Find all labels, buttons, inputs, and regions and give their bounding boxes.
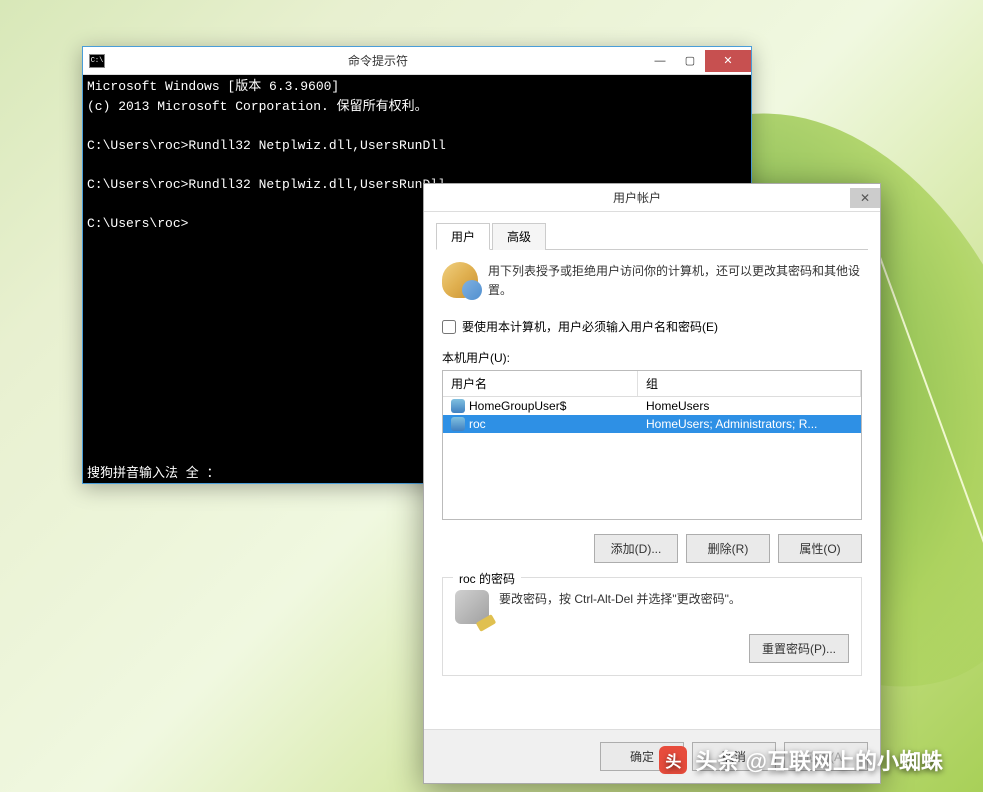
cmd-line: Microsoft Windows [版本 6.3.9600] bbox=[87, 79, 339, 94]
tab-bar: 用户 高级 bbox=[436, 222, 868, 250]
add-button[interactable]: 添加(D)... bbox=[594, 534, 678, 563]
users-icon bbox=[442, 262, 478, 298]
minimize-button[interactable]: — bbox=[645, 50, 675, 72]
col-group[interactable]: 组 bbox=[638, 371, 861, 396]
key-icon bbox=[455, 590, 489, 624]
user-row[interactable]: HomeGroupUser$ HomeUsers bbox=[443, 397, 861, 415]
cmd-line: C:\Users\roc> bbox=[87, 216, 188, 231]
password-legend: roc 的密码 bbox=[453, 570, 521, 587]
cmd-titlebar[interactable]: C:\ 命令提示符 — ▢ ✕ bbox=[83, 47, 751, 75]
tab-users[interactable]: 用户 bbox=[436, 223, 490, 250]
password-info: 要改密码，按 Ctrl-Alt-Del 并选择"更改密码"。 bbox=[499, 590, 849, 624]
cmd-line: (c) 2013 Microsoft Corporation. 保留所有权利。 bbox=[87, 99, 428, 114]
require-password-checkbox[interactable] bbox=[442, 320, 456, 334]
close-button[interactable]: ✕ bbox=[705, 50, 751, 72]
ua-titlebar[interactable]: 用户帐户 ✕ bbox=[424, 184, 880, 212]
tab-advanced[interactable]: 高级 bbox=[492, 223, 546, 250]
cmd-icon: C:\ bbox=[89, 54, 105, 68]
require-password-label: 要使用本计算机，用户必须输入用户名和密码(E) bbox=[462, 318, 718, 335]
user-icon bbox=[451, 399, 465, 413]
watermark-icon: 头 bbox=[659, 746, 687, 774]
cmd-title: 命令提示符 bbox=[111, 52, 645, 69]
user-list[interactable]: 用户名 组 HomeGroupUser$ HomeUsers roc HomeU… bbox=[442, 370, 862, 520]
user-icon bbox=[451, 417, 465, 431]
watermark-text: 头条 @互联网上的小蜘蛛 bbox=[695, 744, 943, 776]
ua-title: 用户帐户 bbox=[424, 189, 850, 206]
cmd-line: C:\Users\roc>Rundll32 Netplwiz.dll,Users… bbox=[87, 177, 446, 192]
info-text: 用下列表授予或拒绝用户访问你的计算机，还可以更改其密码和其他设置。 bbox=[488, 262, 862, 300]
remove-button[interactable]: 删除(R) bbox=[686, 534, 770, 563]
user-accounts-dialog: 用户帐户 ✕ 用户 高级 用下列表授予或拒绝用户访问你的计算机，还可以更改其密码… bbox=[423, 183, 881, 784]
maximize-button[interactable]: ▢ bbox=[675, 50, 705, 72]
ime-status: 搜狗拼音输入法 全 ： bbox=[87, 464, 220, 484]
password-fieldset: roc 的密码 要改密码，按 Ctrl-Alt-Del 并选择"更改密码"。 重… bbox=[442, 577, 862, 676]
user-list-label: 本机用户(U): bbox=[442, 349, 862, 366]
watermark: 头 头条 @互联网上的小蜘蛛 bbox=[659, 744, 943, 776]
user-row-selected[interactable]: roc HomeUsers; Administrators; R... bbox=[443, 415, 861, 433]
reset-password-button[interactable]: 重置密码(P)... bbox=[749, 634, 849, 663]
properties-button[interactable]: 属性(O) bbox=[778, 534, 862, 563]
col-username[interactable]: 用户名 bbox=[443, 371, 638, 396]
cmd-line: C:\Users\roc>Rundll32 Netplwiz.dll,Users… bbox=[87, 138, 446, 153]
close-button[interactable]: ✕ bbox=[850, 188, 880, 208]
